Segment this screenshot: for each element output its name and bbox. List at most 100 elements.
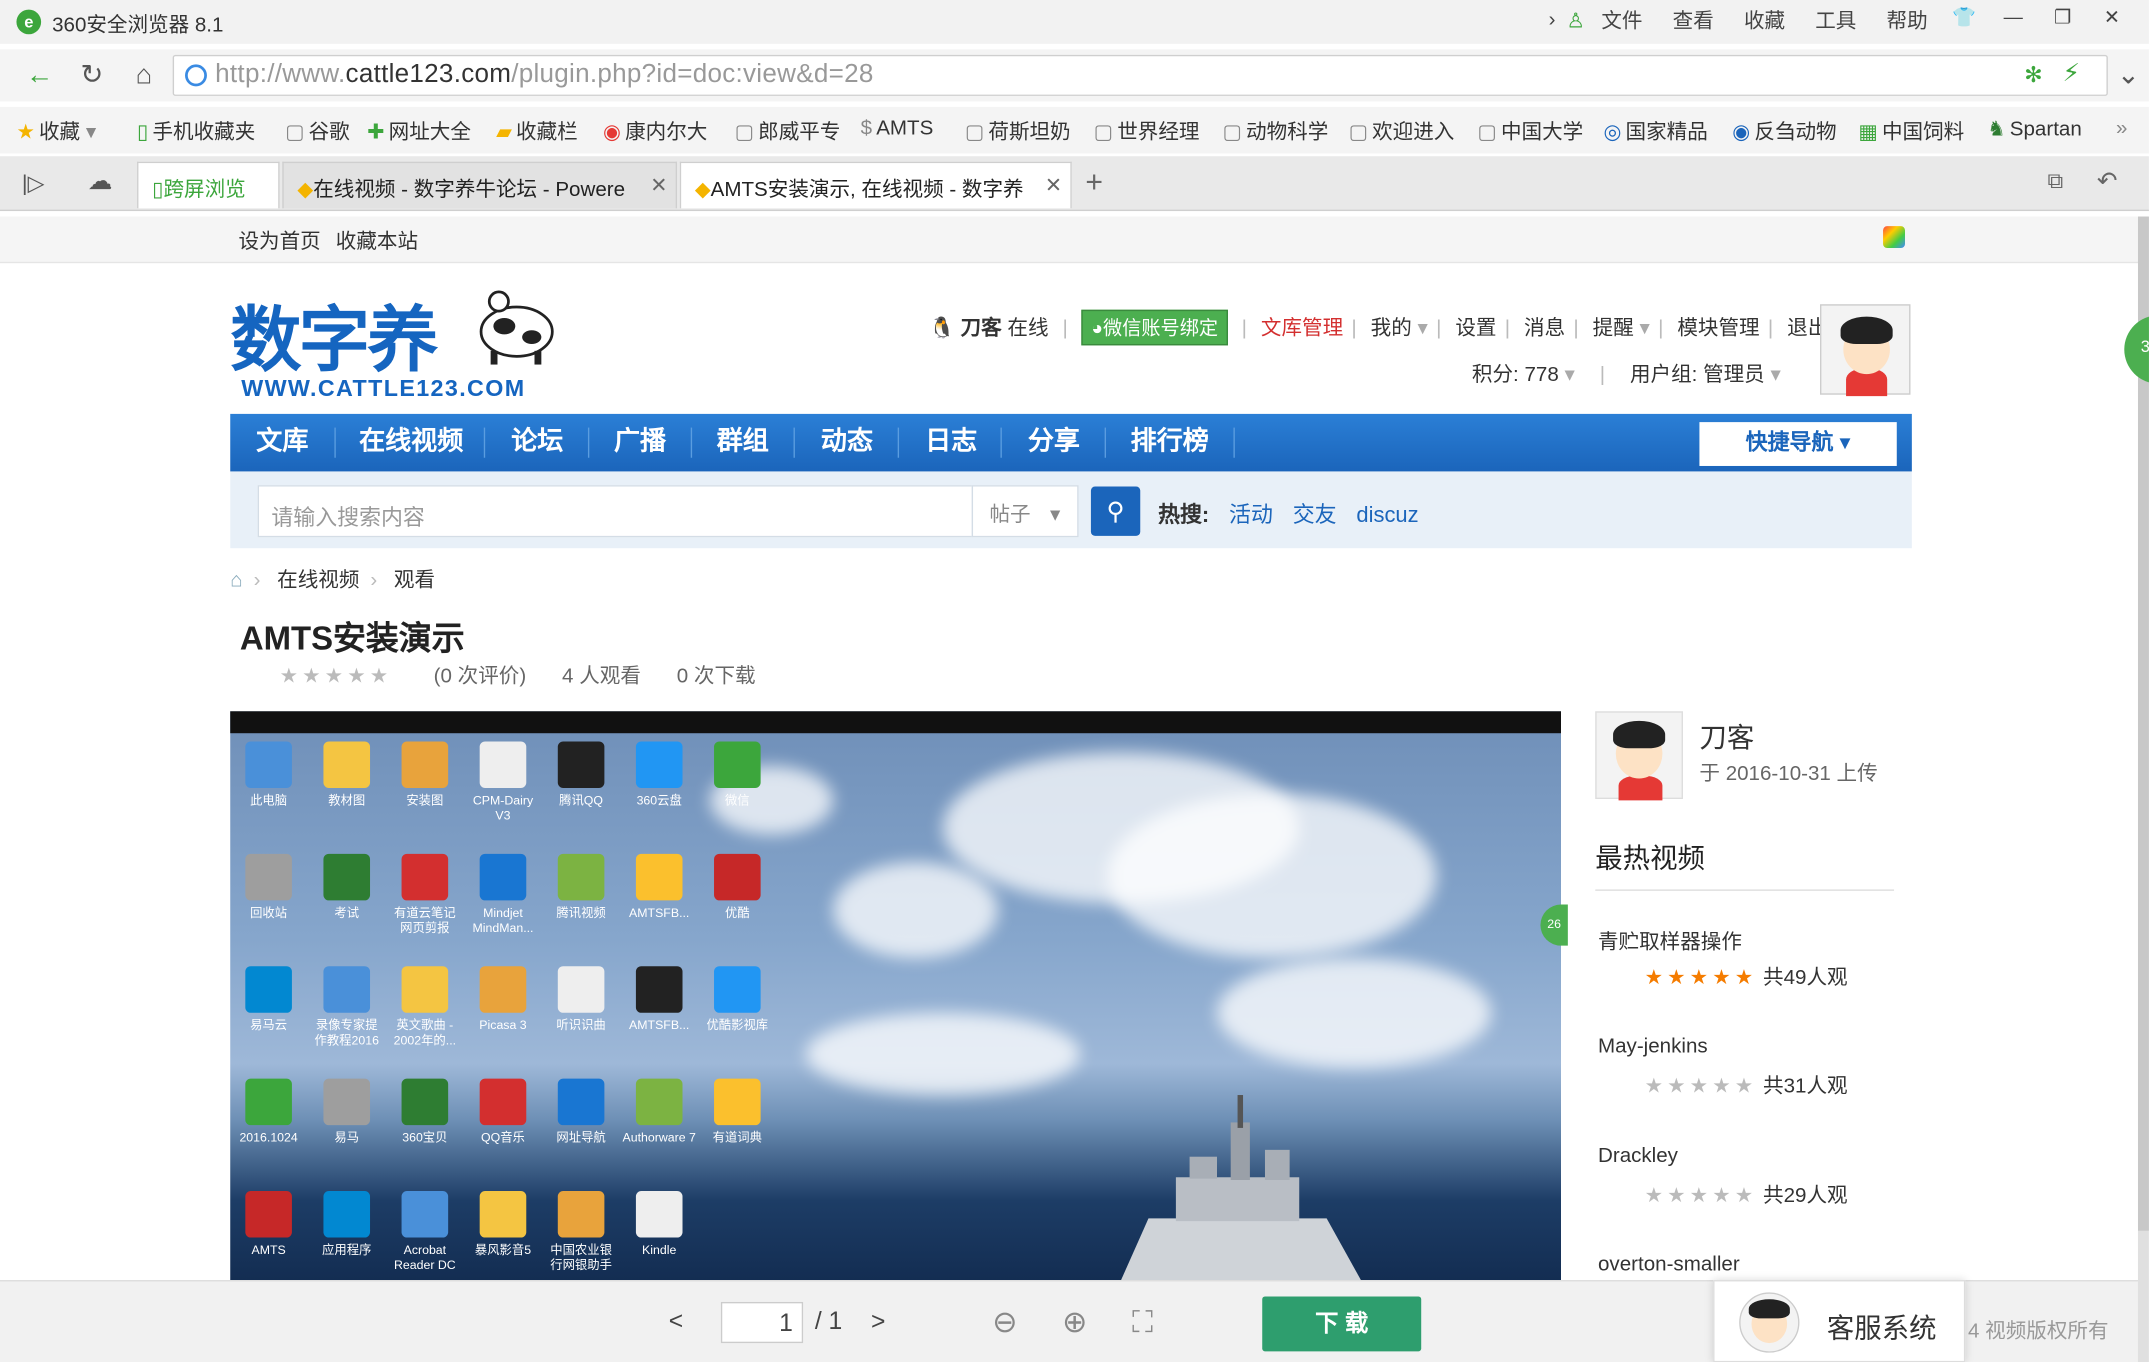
- nav-forum[interactable]: 论坛: [511, 414, 563, 472]
- my-menu[interactable]: 我的 ▾: [1371, 317, 1428, 340]
- menu-view[interactable]: 查看: [1673, 5, 1714, 34]
- bookmark-item[interactable]: ▦ 中国饲料: [1858, 116, 1964, 145]
- nav-share[interactable]: 分享: [1028, 414, 1080, 472]
- new-tab-icon[interactable]: +: [1085, 164, 1103, 200]
- reminders-menu[interactable]: 提醒 ▾: [1593, 317, 1650, 340]
- set-home-link[interactable]: 设为首页: [238, 226, 320, 255]
- menu-file[interactable]: 文件: [1601, 5, 1642, 34]
- skin-icon[interactable]: 👕: [1941, 5, 1988, 35]
- menu-favorites[interactable]: 收藏: [1744, 5, 1785, 34]
- breadcrumb-online-video[interactable]: 在线视频: [277, 569, 359, 592]
- quick-nav-button[interactable]: 快捷导航 ▾: [1699, 422, 1897, 466]
- zoom-out-icon[interactable]: ⊖: [992, 1305, 1017, 1341]
- minimize-button[interactable]: —: [1990, 5, 2037, 35]
- module-manage-link[interactable]: 模块管理: [1677, 317, 1759, 340]
- nav-groups[interactable]: 群组: [717, 414, 769, 472]
- hot-search-link[interactable]: 交友: [1293, 504, 1337, 527]
- user-icon[interactable]: ♙: [1566, 8, 1584, 32]
- library-manage-link[interactable]: 文库管理: [1261, 317, 1343, 340]
- bookmark-item[interactable]: ✚ 网址大全: [367, 116, 471, 145]
- maximize-button[interactable]: ❐: [2039, 5, 2086, 35]
- bookmark-item[interactable]: ▢ 世界经理: [1094, 116, 1200, 145]
- close-tab-icon[interactable]: ✕: [1045, 173, 1062, 197]
- restore-tabs-icon[interactable]: ⧉: [2048, 170, 2064, 195]
- hot-video-link[interactable]: 青贮取样器操作: [1598, 926, 1742, 955]
- menu-tools[interactable]: 工具: [1815, 5, 1856, 34]
- rating-stars: ★★★★★: [1644, 1184, 1758, 1208]
- tab-amts-video[interactable]: ◆AMTS安装演示, 在线视频 - 数字养 ✕: [679, 161, 1072, 209]
- close-tab-icon[interactable]: ✕: [650, 173, 667, 197]
- rating-stars[interactable]: ★★★★★: [280, 665, 393, 688]
- menu-help[interactable]: 帮助: [1887, 5, 1928, 34]
- nav-ranking[interactable]: 排行榜: [1131, 414, 1209, 472]
- page-scrollbar[interactable]: [2137, 216, 2149, 1362]
- reload-icon[interactable]: ↻: [74, 58, 110, 94]
- bookmark-site-link[interactable]: 收藏本站: [336, 226, 418, 255]
- customer-service-button[interactable]: 客服系统: [1713, 1280, 1966, 1362]
- bookmark-item[interactable]: ♞ Spartan: [1987, 116, 2082, 141]
- usergroup-menu[interactable]: 用户组: 管理员 ▾: [1630, 363, 1781, 386]
- download-button[interactable]: 下 载: [1262, 1296, 1422, 1352]
- tab-cross-screen[interactable]: ▯跨屏浏览: [137, 161, 280, 209]
- hot-video-link[interactable]: Drackley: [1598, 1144, 1678, 1167]
- nav-online-video[interactable]: 在线视频: [359, 414, 463, 472]
- bookmark-favorites[interactable]: ★ 收藏 ▾: [16, 116, 100, 145]
- prev-page-icon[interactable]: <: [669, 1307, 683, 1334]
- fullscreen-icon[interactable]: ⛶: [1132, 1305, 1153, 1341]
- back-icon[interactable]: ←: [22, 58, 58, 94]
- nav-blog[interactable]: 日志: [925, 414, 977, 472]
- nav-library[interactable]: 文库: [256, 414, 308, 472]
- spinner-icon[interactable]: ✻: [2024, 62, 2042, 89]
- sidebar-toggle-icon[interactable]: |▷: [22, 170, 45, 197]
- bookmark-item[interactable]: ◉ 康内尔大: [603, 116, 707, 145]
- bookmark-item[interactable]: ▢ 荷斯坦奶: [965, 116, 1071, 145]
- hot-video-link[interactable]: May-jenkins: [1598, 1035, 1708, 1058]
- messages-link[interactable]: 消息: [1524, 317, 1565, 340]
- url-input[interactable]: http://www.cattle123.com/plugin.php?id=d…: [172, 54, 2108, 96]
- nav-activity[interactable]: 动态: [821, 414, 873, 472]
- lightning-icon[interactable]: ⚡: [2063, 59, 2080, 88]
- search-button[interactable]: ⚲: [1090, 486, 1141, 536]
- bookmark-item[interactable]: ◉ 反刍动物: [1732, 116, 1836, 145]
- points-menu[interactable]: 积分: 778 ▾: [1472, 363, 1575, 386]
- video-player[interactable]: 此电脑 教材图 安装图 CPM-Dairy V3 腾讯QQ 360云盘 微信 回收站 考试 有道云…: [230, 711, 1561, 1281]
- color-theme-icon[interactable]: [1883, 226, 1905, 249]
- bookmark-item[interactable]: $ AMTS: [861, 116, 934, 139]
- undo-close-icon[interactable]: ↶: [2097, 167, 2118, 196]
- more-bookmarks-icon[interactable]: »: [2116, 116, 2132, 139]
- home-icon[interactable]: ⌂: [230, 569, 242, 592]
- bookmark-item[interactable]: ▢ 中国大学: [1477, 116, 1583, 145]
- user-avatar[interactable]: [1820, 304, 1911, 397]
- bookmark-item[interactable]: ▰ 收藏栏: [496, 116, 578, 145]
- bookmark-item[interactable]: ▢ 动物科学: [1222, 116, 1328, 145]
- hot-search-link[interactable]: discuz: [1356, 504, 1418, 527]
- hot-video-link[interactable]: overton-smaller: [1598, 1253, 1740, 1276]
- bookmark-item[interactable]: ◎ 国家精品: [1603, 116, 1707, 145]
- bookmark-item[interactable]: ▯ 手机收藏夹: [137, 116, 255, 145]
- page-input[interactable]: 1: [720, 1301, 803, 1344]
- tab-online-video[interactable]: ◆在线视频 - 数字养牛论坛 - Powere ✕: [282, 161, 678, 209]
- home-icon[interactable]: ⌂: [126, 58, 162, 94]
- search-type-select[interactable]: 帖子 ▾: [971, 485, 1079, 538]
- chevron-right-icon[interactable]: ›: [1549, 8, 1556, 31]
- bookmark-item[interactable]: ▢ 欢迎进入: [1349, 116, 1455, 145]
- search-input[interactable]: 请输入搜索内容: [257, 485, 974, 538]
- uploader-name[interactable]: 刀客: [1699, 715, 1754, 755]
- settings-link[interactable]: 设置: [1455, 317, 1496, 340]
- bookmark-item[interactable]: ▢ 谷歌: [285, 116, 350, 145]
- username-link[interactable]: 刀客: [961, 317, 1002, 340]
- chevron-down-icon[interactable]: ⌄: [2111, 58, 2147, 94]
- close-button[interactable]: ✕: [2089, 5, 2136, 35]
- site-logo[interactable]: 数字养 WWW.CATTLE123.COM: [230, 282, 566, 405]
- uploader-avatar[interactable]: [1595, 711, 1683, 801]
- hot-search-link[interactable]: 活动: [1229, 504, 1273, 527]
- wechat-bind-button[interactable]: ◕微信账号绑定: [1081, 309, 1228, 346]
- cloud-icon[interactable]: ☁: [88, 167, 113, 196]
- bookmark-item[interactable]: ▢ 郎威平专: [735, 116, 841, 145]
- hot-video-meta: ★★★★★ 共29人观: [1644, 1184, 1848, 1208]
- float-widget[interactable]: 3: [2124, 315, 2149, 384]
- zoom-in-icon[interactable]: ⊕: [1062, 1305, 1087, 1341]
- next-page-icon[interactable]: >: [871, 1307, 885, 1334]
- total-pages: / 1: [814, 1307, 843, 1335]
- nav-broadcast[interactable]: 广播: [614, 414, 666, 472]
